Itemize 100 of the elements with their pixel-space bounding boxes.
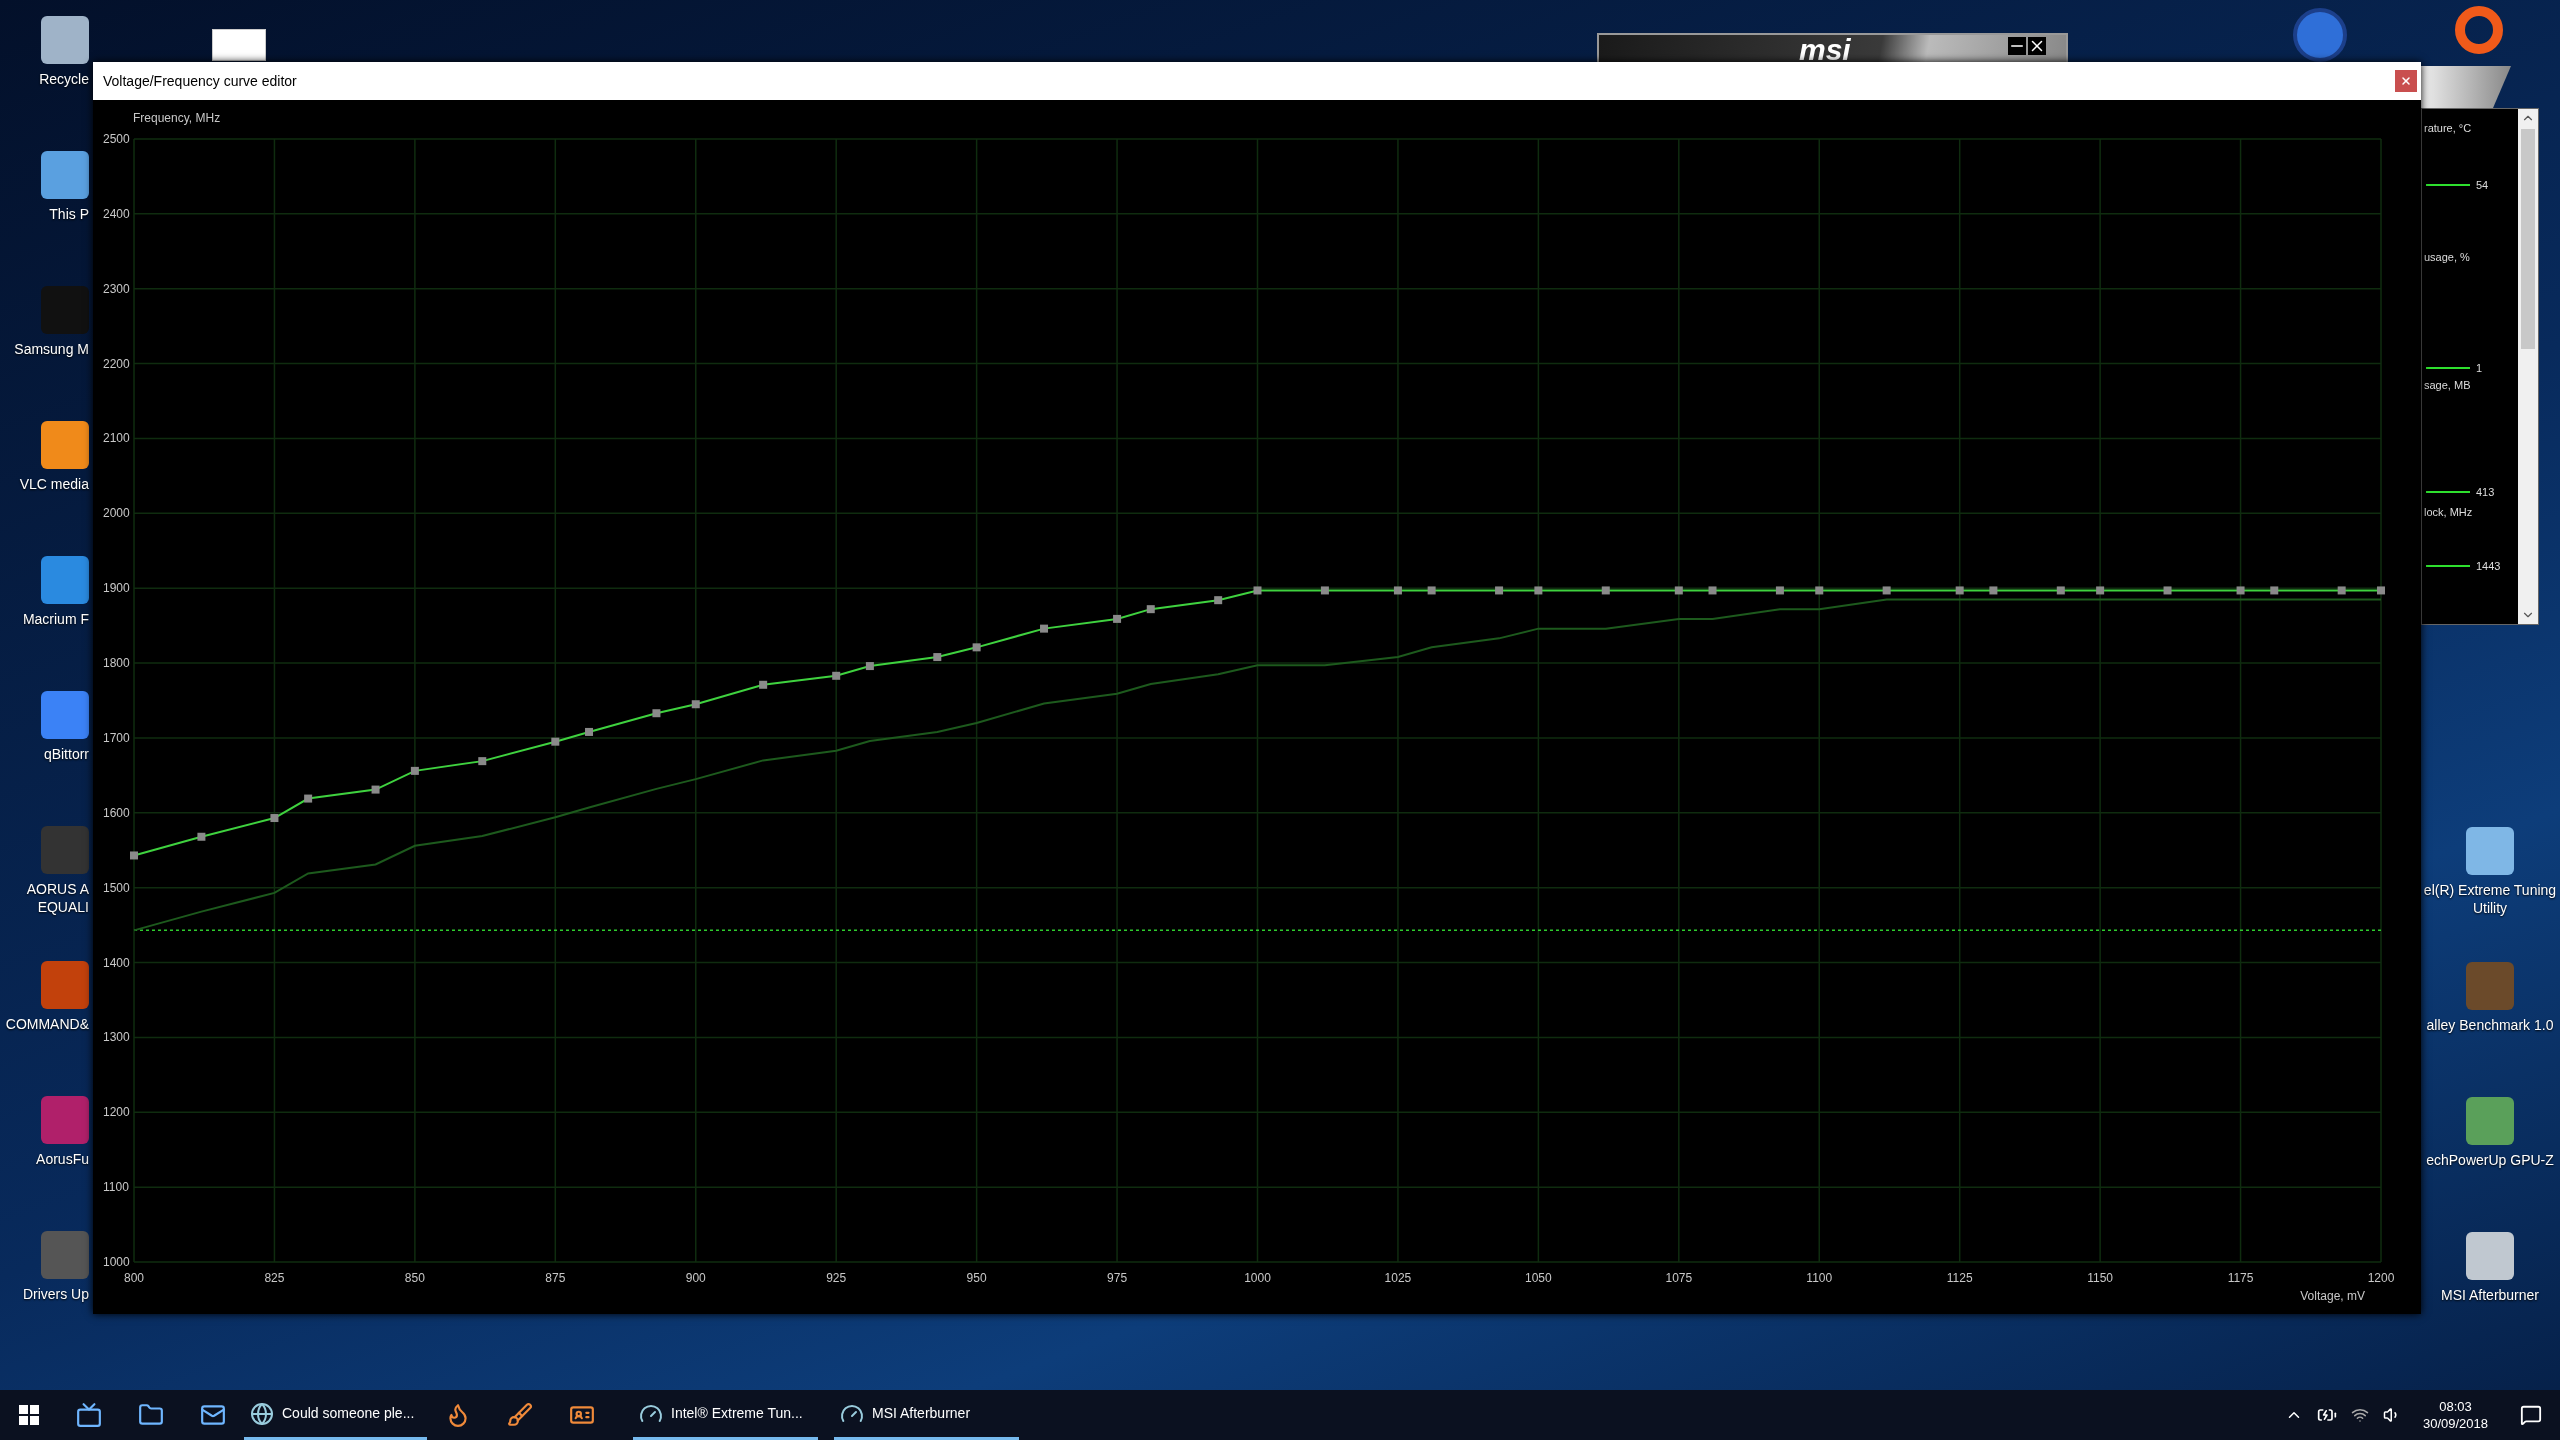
curve-point[interactable] bbox=[652, 709, 661, 718]
curve-point[interactable] bbox=[2377, 586, 2385, 595]
curve-point[interactable] bbox=[972, 643, 981, 652]
taskbar-button[interactable]: MSI Afterburner bbox=[834, 1390, 1019, 1440]
curve-point[interactable] bbox=[1113, 614, 1122, 623]
graph-line bbox=[2426, 184, 2470, 186]
curve-point[interactable] bbox=[1775, 586, 1784, 595]
curve-point[interactable] bbox=[2163, 586, 2172, 595]
curve-point[interactable] bbox=[691, 700, 700, 709]
curve-point[interactable] bbox=[270, 814, 279, 823]
x-tick-label: 1075 bbox=[1665, 1271, 1693, 1285]
icon-label: Macrium F bbox=[22, 610, 89, 628]
graph-label: sage, MB bbox=[2424, 378, 2471, 393]
taskbar-app-icon[interactable] bbox=[507, 1402, 533, 1428]
graph-line bbox=[2426, 491, 2470, 493]
curve-point[interactable] bbox=[1674, 586, 1683, 595]
x-axis-title: Voltage, mV bbox=[2300, 1289, 2365, 1303]
curve-point[interactable] bbox=[1146, 605, 1155, 614]
graph-label: usage, % bbox=[2424, 250, 2470, 265]
taskbar-button[interactable]: Could someone ple... bbox=[244, 1390, 427, 1440]
curve-point[interactable] bbox=[759, 680, 768, 689]
graph-value: 1443 bbox=[2476, 559, 2501, 574]
y-tick-label: 2400 bbox=[103, 206, 130, 221]
curve-point[interactable] bbox=[2236, 586, 2245, 595]
icon-label: alley Benchmark 1.0 bbox=[2426, 1016, 2554, 1034]
x-tick-label: 975 bbox=[1107, 1271, 1128, 1285]
curve-point[interactable] bbox=[1534, 586, 1543, 595]
icon-label: This P bbox=[49, 205, 89, 223]
x-tick-label: 825 bbox=[264, 1271, 285, 1285]
minimize-icon[interactable] bbox=[2008, 37, 2026, 55]
curve-point[interactable] bbox=[832, 671, 841, 680]
curve-point[interactable] bbox=[1989, 586, 1998, 595]
icon-label: qBittorr bbox=[43, 745, 89, 763]
graph-value: 1 bbox=[2476, 361, 2483, 376]
wifi-icon[interactable] bbox=[2350, 1406, 2369, 1424]
curve-point[interactable] bbox=[865, 662, 874, 671]
y-tick-label: 2000 bbox=[103, 506, 130, 521]
notifications-icon[interactable] bbox=[2520, 1404, 2542, 1426]
y-tick-label: 1700 bbox=[103, 730, 130, 745]
app-icon[interactable] bbox=[2293, 8, 2347, 62]
icon-label: AorusFu bbox=[36, 1150, 89, 1168]
y-tick-label: 2200 bbox=[103, 356, 130, 371]
curve-point[interactable] bbox=[1882, 586, 1891, 595]
x-tick-label: 925 bbox=[826, 1271, 847, 1285]
x-tick-label: 1175 bbox=[2227, 1271, 2254, 1285]
curve-point[interactable] bbox=[1495, 586, 1504, 595]
icon-label: Samsung M bbox=[14, 340, 89, 358]
curve-point[interactable] bbox=[304, 794, 313, 803]
app-icon[interactable] bbox=[2455, 6, 2503, 54]
curve-point[interactable] bbox=[1320, 586, 1329, 595]
taskbar-app-icon[interactable] bbox=[138, 1402, 164, 1428]
icon-label: el(R) Extreme Tuning Utility bbox=[2423, 881, 2557, 917]
y-tick-label: 1300 bbox=[103, 1030, 130, 1045]
app-icon bbox=[250, 1401, 274, 1426]
curve-point[interactable] bbox=[1815, 586, 1824, 595]
curve-point[interactable] bbox=[551, 737, 560, 746]
curve-point[interactable] bbox=[410, 766, 419, 775]
curve-point[interactable] bbox=[2270, 586, 2279, 595]
x-tick-label: 850 bbox=[404, 1271, 425, 1285]
curve-point[interactable] bbox=[1427, 586, 1436, 595]
curve-point[interactable] bbox=[1253, 586, 1262, 595]
y-tick-label: 1000 bbox=[103, 1255, 130, 1269]
curve-point[interactable] bbox=[1393, 586, 1402, 595]
clock[interactable]: 08:03 30/09/2018 bbox=[2414, 1398, 2496, 1432]
msi-logo: msi bbox=[1799, 35, 1851, 65]
curve-point[interactable] bbox=[1955, 586, 1964, 595]
curve-point[interactable] bbox=[197, 832, 206, 841]
window-thumbnail[interactable] bbox=[212, 29, 266, 61]
scrollbar-thumb[interactable] bbox=[2521, 129, 2535, 349]
curve-point[interactable] bbox=[1214, 596, 1223, 605]
close-icon[interactable] bbox=[2028, 37, 2046, 55]
y-tick-label: 2500 bbox=[103, 132, 130, 146]
x-tick-label: 875 bbox=[545, 1271, 566, 1285]
y-tick-label: 2100 bbox=[103, 431, 130, 446]
curve-point[interactable] bbox=[1708, 586, 1717, 595]
close-button[interactable] bbox=[2395, 70, 2417, 92]
curve-point[interactable] bbox=[2337, 586, 2346, 595]
curve-point[interactable] bbox=[478, 757, 487, 766]
taskbar-button[interactable]: Intel® Extreme Tun... bbox=[633, 1390, 818, 1440]
window-title: Voltage/Frequency curve editor bbox=[103, 71, 297, 91]
taskbar-app-icon[interactable] bbox=[200, 1402, 226, 1428]
curve-point[interactable] bbox=[933, 653, 942, 662]
graph-line bbox=[2426, 367, 2470, 369]
x-tick-label: 1125 bbox=[1946, 1271, 1973, 1285]
x-tick-label: 950 bbox=[966, 1271, 987, 1285]
curve-point[interactable] bbox=[1601, 586, 1610, 595]
curve-point[interactable] bbox=[2096, 586, 2105, 595]
taskbar-app-icon[interactable] bbox=[76, 1402, 102, 1428]
windows-logo-icon[interactable] bbox=[19, 1405, 39, 1425]
curve-point[interactable] bbox=[130, 851, 138, 860]
curve-point[interactable] bbox=[371, 785, 380, 794]
curve-point[interactable] bbox=[2056, 586, 2065, 595]
y-tick-label: 2300 bbox=[103, 281, 130, 296]
y-tick-label: 1600 bbox=[103, 805, 130, 820]
curve-point[interactable] bbox=[1040, 624, 1049, 633]
scrollbar[interactable] bbox=[2518, 109, 2538, 624]
icon-label: AORUS A EQUALI bbox=[26, 880, 89, 916]
icon-label: VLC media bbox=[19, 475, 89, 493]
curve-point[interactable] bbox=[585, 727, 593, 736]
x-tick-label: 900 bbox=[685, 1271, 706, 1285]
